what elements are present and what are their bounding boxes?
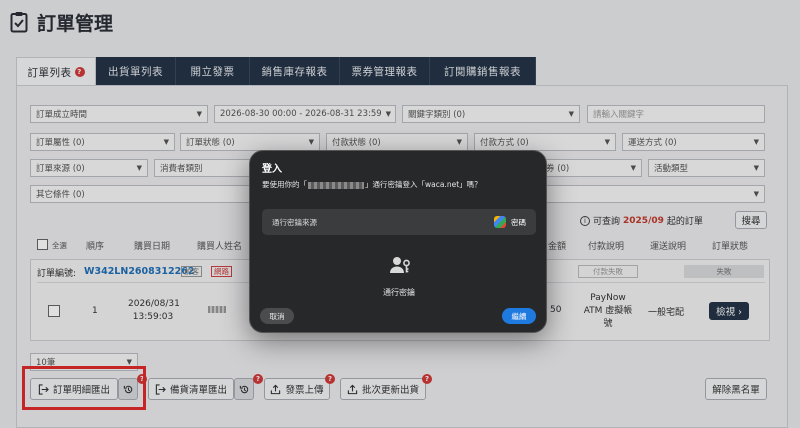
passkey-source-row[interactable]: 通行密鑰來源 密碼 — [262, 209, 536, 235]
dialog-title: 登入 — [262, 164, 282, 175]
passkey-source-label: 通行密鑰來源 — [272, 217, 317, 227]
account-name-redacted — [308, 181, 364, 189]
passkey-dialog: 登入 要使用你的「 」通行密鑰登入「waca.net」嗎？ 通行密鑰來源 密碼 通… — [249, 150, 547, 333]
passkey-source-app-label: 密碼 — [511, 217, 526, 227]
dialog-continue-button[interactable]: 繼續 — [502, 308, 536, 324]
passkey-source-app: 密碼 — [494, 216, 526, 228]
dialog-subtitle-suffix: 」通行密鑰登入「waca.net」嗎？ — [365, 180, 482, 189]
dialog-subtitle: 要使用你的「 」通行密鑰登入「waca.net」嗎？ — [262, 179, 482, 190]
passwords-app-icon — [494, 216, 506, 228]
passkey-label: 通行密鑰 — [383, 288, 415, 297]
dialog-subtitle-prefix: 要使用你的「 — [262, 180, 307, 189]
dialog-cancel-button[interactable]: 取消 — [260, 308, 294, 324]
passkey-person-icon — [390, 257, 410, 273]
